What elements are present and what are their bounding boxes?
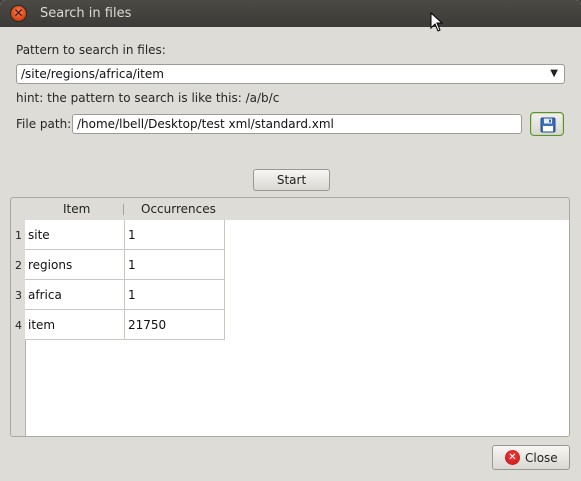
search-dialog: ✕ Search in files Pattern to search in f… — [0, 0, 581, 481]
table-cell-occurrences[interactable]: 21750 — [125, 310, 225, 340]
row-number: 4 — [15, 319, 22, 332]
title-bar: ✕ Search in files — [0, 0, 581, 27]
window-close-icon[interactable]: ✕ — [10, 5, 27, 22]
pattern-value: /site/regions/africa/item — [21, 67, 164, 81]
file-path-input[interactable] — [72, 114, 522, 134]
table-cell-item[interactable]: africa — [25, 280, 125, 310]
table-cell-item[interactable]: item — [25, 310, 125, 340]
chevron-down-icon[interactable]: ▼ — [550, 68, 558, 79]
window-title: Search in files — [40, 6, 132, 21]
row-number: 2 — [15, 259, 22, 272]
column-header-item[interactable]: Item — [63, 202, 90, 216]
pattern-hint: hint: the pattern to search is like this… — [16, 91, 280, 105]
row-number: 1 — [15, 229, 22, 242]
browse-file-button[interactable] — [530, 112, 564, 136]
floppy-disk-icon — [540, 117, 556, 133]
start-button[interactable]: Start — [253, 169, 330, 191]
table-cell-item[interactable]: regions — [25, 250, 125, 280]
table-cell-occurrences[interactable]: 1 — [125, 280, 225, 310]
mouse-pointer-icon — [430, 12, 444, 32]
close-button-label: Close — [525, 451, 558, 465]
column-divider — [123, 204, 124, 215]
table-cell-item[interactable]: site — [25, 220, 125, 250]
table-cell-occurrences[interactable]: 1 — [125, 250, 225, 280]
pattern-label: Pattern to search in files: — [16, 43, 166, 57]
close-button[interactable]: ✕ Close — [492, 445, 570, 470]
table-cell-occurrences[interactable]: 1 — [125, 220, 225, 250]
row-number: 3 — [15, 289, 22, 302]
column-header-occurrences[interactable]: Occurrences — [141, 202, 216, 216]
close-icon: ✕ — [505, 450, 520, 465]
file-path-label: File path: — [16, 117, 72, 131]
results-table: Item Occurrences 1 site 1 2 regions 1 3 … — [10, 197, 570, 437]
pattern-combobox[interactable]: /site/regions/africa/item ▼ — [16, 64, 565, 84]
